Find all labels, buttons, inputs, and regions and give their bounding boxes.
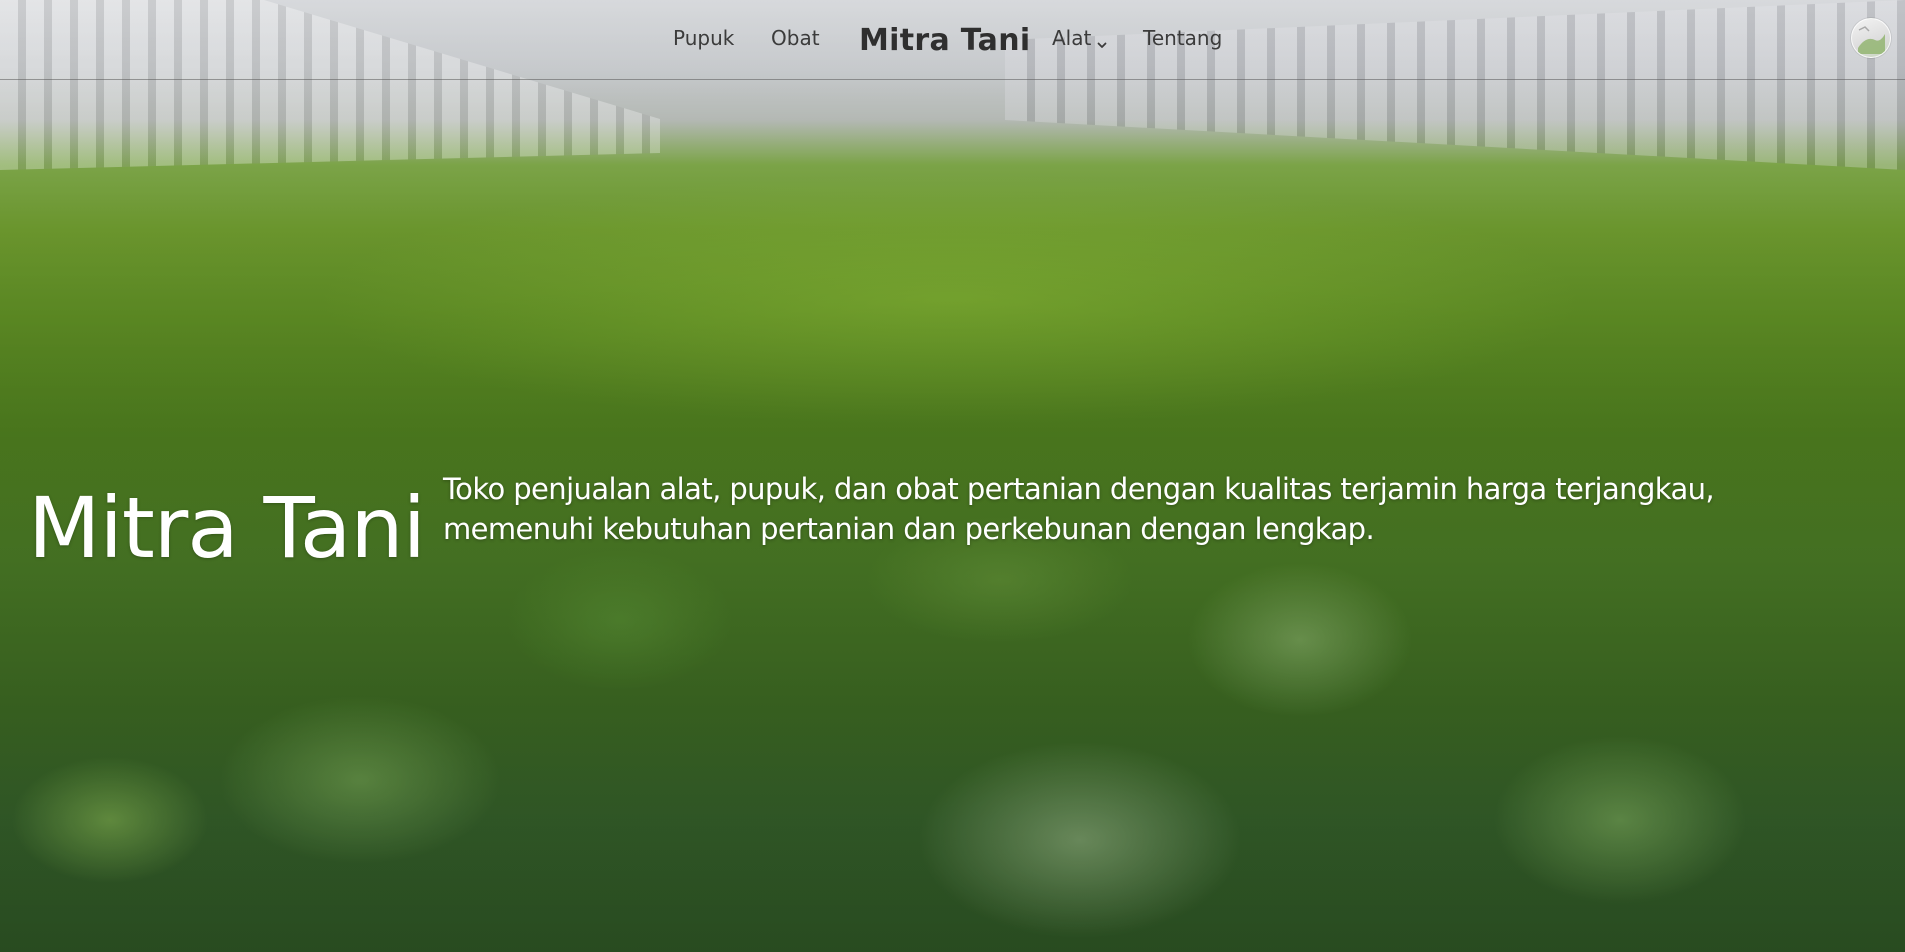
nav-link-tentang[interactable]: Tentang <box>1143 26 1222 50</box>
brand-logo-text[interactable]: Mitra Tani <box>859 23 1030 58</box>
chevron-down-icon <box>1096 32 1108 48</box>
nav-dropdown-alat-label: Alat <box>1052 26 1092 50</box>
top-navbar: Pupuk Obat Mitra Tani Alat Tentang <box>0 0 1905 80</box>
hero-title: Mitra Tani <box>28 479 426 578</box>
hero-description: Toko penjualan alat, pupuk, dan obat per… <box>443 469 1893 549</box>
hero-description-line-1: Toko penjualan alat, pupuk, dan obat per… <box>443 472 1715 506</box>
user-avatar[interactable] <box>1851 18 1891 58</box>
nav-links: Pupuk Obat Mitra Tani Alat Tentang <box>0 0 1905 79</box>
avatar-image-icon <box>1858 26 1885 54</box>
nav-link-obat[interactable]: Obat <box>771 26 820 50</box>
nav-dropdown-alat[interactable]: Alat <box>1052 26 1108 50</box>
nav-link-pupuk[interactable]: Pupuk <box>673 26 734 50</box>
hero-description-line-2: memenuhi kebutuhan pertanian dan perkebu… <box>443 512 1375 546</box>
